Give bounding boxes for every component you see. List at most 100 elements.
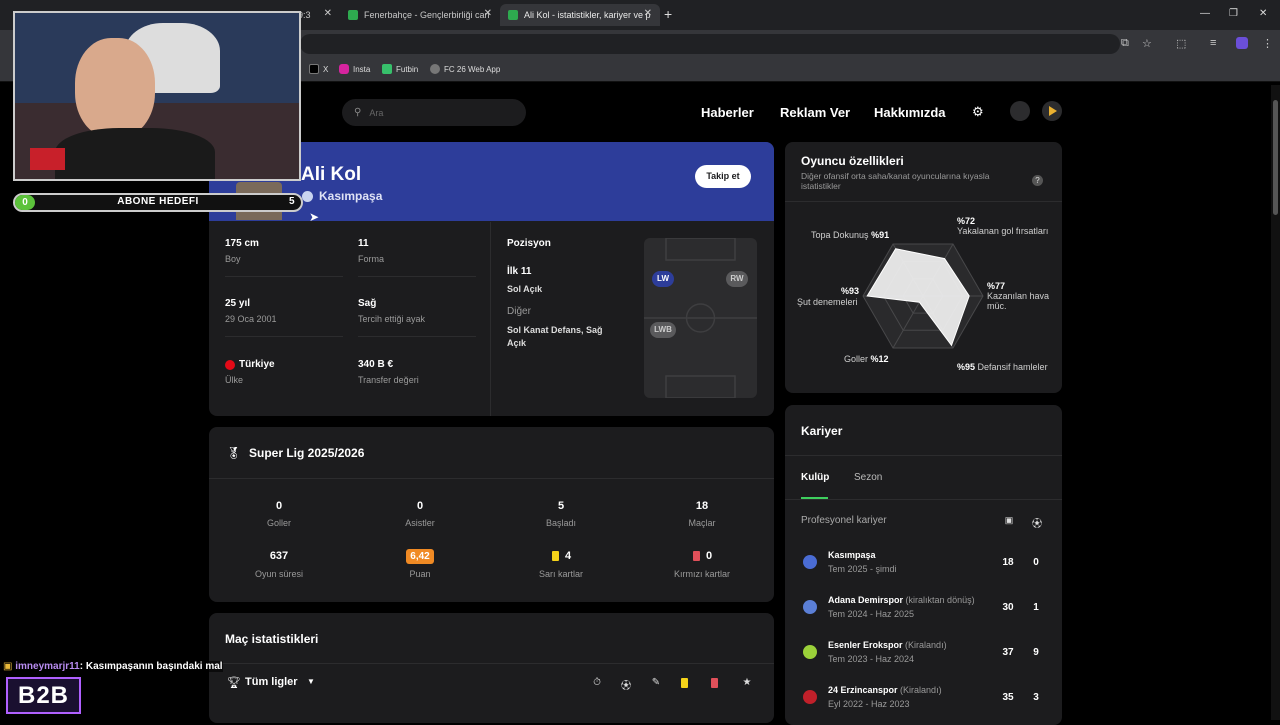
dropdown-arrow-icon[interactable]: ▼ — [307, 677, 315, 686]
foot-label: Tercih ettiği ayak — [358, 314, 426, 324]
career-club-name[interactable]: 24 Erzincanspor (Kiralandı) — [828, 685, 942, 695]
chat-username: imneymarjr11 — [15, 661, 80, 672]
club-logo-icon — [803, 690, 817, 704]
chat-badge-icon: ▣ — [3, 661, 16, 672]
streamer-face — [75, 38, 155, 138]
radar-label-shots: %93 Şut denemeleri — [797, 286, 859, 308]
bookmark-x[interactable]: X — [309, 64, 328, 74]
career-club-name[interactable]: Kasımpaşa — [828, 550, 876, 560]
goal-label: ABONE HEDEFI — [117, 196, 199, 207]
close-tab-icon[interactable]: ✕ — [484, 8, 492, 19]
radar-label-defensive: %95 Defansif hamleler — [957, 362, 1048, 372]
close-window-icon[interactable]: ✕ — [1259, 8, 1267, 19]
close-tab-icon[interactable]: ✕ — [644, 8, 652, 19]
search-input[interactable]: ⚲ Ara — [342, 99, 526, 126]
divider — [358, 276, 476, 277]
season-stat-label: Maçlar — [688, 518, 716, 528]
divider — [225, 276, 343, 277]
club-logo-icon — [803, 555, 817, 569]
b2b-logo: B2B — [6, 677, 81, 714]
webcam-overlay — [13, 11, 301, 181]
first11-value: Sol Açık — [507, 284, 543, 294]
tab-kulup[interactable]: Kulüp — [801, 472, 829, 483]
settings-gear-icon[interactable]: ⚙ — [972, 104, 984, 120]
minimize-icon[interactable]: — — [1200, 8, 1210, 19]
player-club[interactable]: Kasımpaşa — [319, 189, 382, 203]
close-tab-icon[interactable]: ✕ — [324, 8, 332, 19]
radar-label-text: Yakalanan gol fırsatları — [957, 226, 1049, 236]
menu-icon[interactable]: ⋮ — [1262, 37, 1273, 50]
radar-label-pct: %95 — [957, 362, 976, 372]
season-stat-value: 5 — [557, 500, 565, 512]
football-icon[interactable]: ⚽︎ — [619, 677, 633, 692]
height-label: Boy — [225, 254, 241, 264]
install-app-icon[interactable]: ⧉ — [1121, 37, 1129, 50]
profile-icon[interactable] — [1236, 37, 1248, 49]
career-appearances: 18 — [1002, 557, 1014, 568]
extensions-icon[interactable]: ⬚ — [1176, 37, 1186, 50]
help-icon[interactable]: ? — [1032, 175, 1043, 186]
nav-reklam-ver[interactable]: Reklam Ver — [780, 105, 850, 120]
nav-haberler[interactable]: Haberler — [701, 105, 754, 120]
career-card — [785, 405, 1062, 725]
position-tag-lw: LW — [652, 271, 674, 287]
club-name-text: Esenler Erokspor — [828, 640, 903, 650]
x-icon — [309, 64, 319, 74]
tab-title: Fenerbahçe - Gençlerbirliği can — [364, 10, 490, 20]
season-stat-value: 0 — [706, 550, 713, 562]
red-card-icon[interactable] — [711, 678, 718, 688]
bookmark-fc26[interactable]: FC 26 Web App — [430, 64, 500, 74]
vertical-divider — [490, 222, 491, 416]
rating-star-icon[interactable]: ★ — [740, 677, 754, 688]
url-input[interactable] — [300, 34, 1120, 54]
google-play-icon[interactable] — [1042, 101, 1062, 121]
career-club-name[interactable]: Adana Demirspor (kiralıktan dönüş) — [828, 595, 975, 605]
follow-button[interactable]: Takip et — [695, 165, 751, 188]
season-stat-label: Başladı — [545, 518, 577, 528]
career-appearances: 37 — [1002, 647, 1014, 658]
season-stat-label: Puan — [409, 569, 431, 579]
career-goals: 3 — [1033, 692, 1039, 703]
apple-store-icon[interactable] — [1010, 101, 1030, 121]
browser-tab[interactable]: Fenerbahçe - Gençlerbirliği can ✕ — [340, 4, 500, 26]
club-logo-icon — [302, 191, 313, 202]
new-tab-button[interactable]: + — [664, 6, 672, 22]
assist-boot-icon[interactable]: ✎ — [649, 677, 663, 688]
scrollbar-thumb[interactable] — [1273, 100, 1278, 215]
season-stat-value: 4 — [565, 550, 572, 562]
mouse-cursor: ➤ — [309, 210, 320, 224]
career-period: Tem 2025 - şimdi — [828, 564, 897, 574]
shirt-label: Forma — [358, 254, 385, 264]
career-goals: 1 — [1033, 602, 1039, 613]
bookmark-star-icon[interactable]: ☆ — [1142, 37, 1152, 50]
bookmark-insta[interactable]: Insta — [339, 64, 370, 74]
stopwatch-icon[interactable]: ⏱ — [590, 677, 604, 688]
divider — [225, 336, 343, 337]
radar-label-pct: %72 — [957, 216, 976, 226]
league-filter-dropdown[interactable]: Tüm ligler — [245, 676, 298, 688]
media-icon[interactable]: ≡ — [1210, 37, 1216, 49]
site-favicon-icon — [508, 10, 518, 20]
season-title: Super Lig 2025/2026 — [249, 446, 365, 460]
yellow-card-icon[interactable] — [681, 678, 688, 688]
season-stat-label: Kırmızı kartlar — [673, 569, 730, 579]
rating-badge: 6,42 — [406, 549, 434, 564]
bookmark-label: X — [323, 64, 329, 74]
height-value: 175 cm — [225, 238, 259, 249]
maximize-icon[interactable]: ❐ — [1229, 8, 1238, 19]
season-stat-label: Asistler — [405, 518, 435, 528]
instagram-icon — [339, 64, 349, 74]
season-stat-label: Goller — [266, 518, 291, 528]
nav-hakkimizda[interactable]: Hakkımızda — [874, 105, 946, 120]
career-period: Eyl 2022 - Haz 2023 — [828, 699, 910, 709]
tab-sezon[interactable]: Sezon — [854, 472, 882, 483]
career-club-name[interactable]: Esenler Erokspor (Kiralandı) — [828, 640, 947, 650]
bookmark-futbin[interactable]: Futbin — [382, 64, 418, 74]
radar-label-text: Kazanılan hava müc. — [987, 291, 1050, 311]
season-stat-label: Oyun süresi — [254, 569, 304, 579]
trophy-icon: 🏆︎ — [227, 677, 241, 689]
browser-tab-active[interactable]: Ali Kol - istatistikler, kariyer ve p ✕ — [500, 4, 660, 26]
career-appearances: 35 — [1002, 692, 1014, 703]
club-note: (Kiralandı) — [900, 685, 942, 695]
season-stat-value: 18 — [695, 500, 709, 512]
